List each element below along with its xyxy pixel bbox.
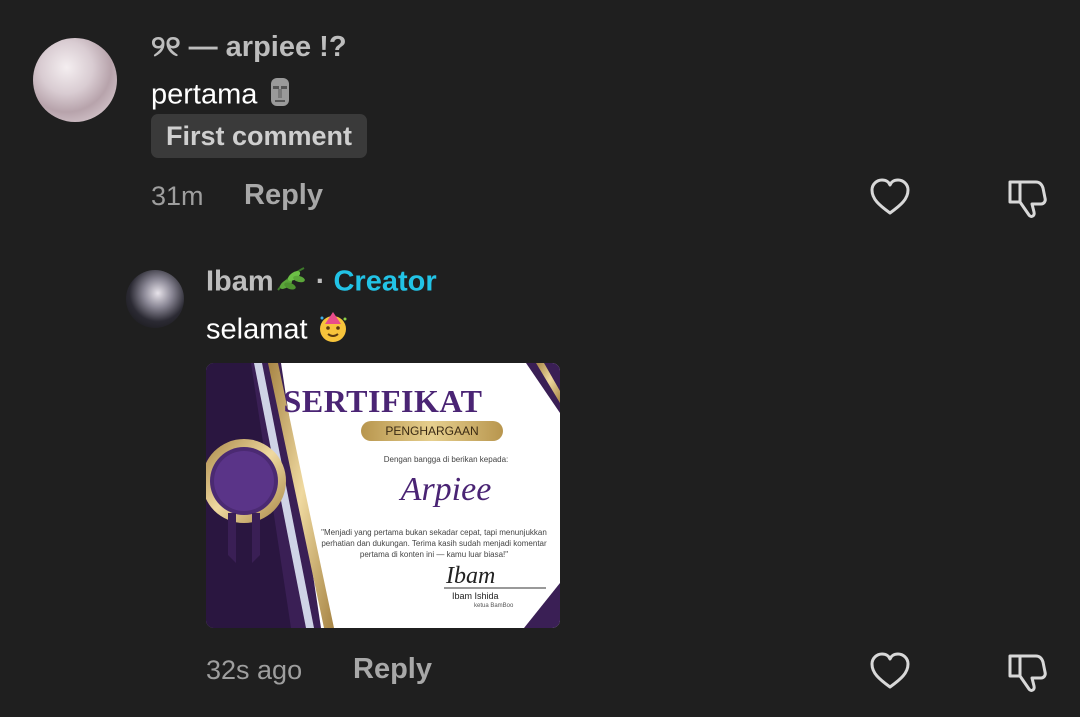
comment-timestamp: 31m <box>151 181 204 211</box>
certificate-signer-name: Ibam Ishida <box>452 591 499 601</box>
creator-label: Creator <box>333 265 437 298</box>
like-heart-icon[interactable] <box>869 177 911 217</box>
avatar[interactable] <box>126 270 184 328</box>
dislike-thumb-down-icon[interactable] <box>1004 176 1048 220</box>
certificate-image[interactable]: SERTIFIKAT PENGHARGAAN Dengan bangga di … <box>206 363 560 628</box>
dislike-thumb-down-icon[interactable] <box>1004 650 1048 694</box>
certificate-signer-title: ketua BamBoo <box>474 603 514 609</box>
leaf-emoji-icon <box>274 264 308 302</box>
comment-text: pertama <box>151 76 295 116</box>
comment-username[interactable]: ୨୧ — arpiee !? <box>151 31 347 64</box>
certificate-signature: Ibam <box>446 563 496 589</box>
certificate-title: SERTIFIKAT <box>283 383 483 419</box>
reply-header: Ibam · Creator <box>206 264 437 302</box>
certificate-quote: "Menjadi yang pertama bukan sekadar cepa… <box>321 528 547 559</box>
certificate-intro: Dengan bangga di berikan kepada: <box>383 455 509 464</box>
avatar[interactable] <box>33 38 117 122</box>
certificate-subtitle: PENGHARGAAN <box>361 421 503 441</box>
reply-button[interactable]: Reply <box>244 179 323 212</box>
moai-emoji-icon <box>265 76 295 116</box>
comment-username[interactable]: Ibam <box>206 266 274 298</box>
comment-timestamp: 32s ago <box>206 655 303 685</box>
comment-text-content: selamat <box>206 313 308 346</box>
first-comment-badge: First comment <box>151 114 368 158</box>
separator-dot: · <box>315 265 326 298</box>
like-heart-icon[interactable] <box>869 651 911 691</box>
reply-button[interactable]: Reply <box>353 653 432 686</box>
comment-text: selamat <box>206 310 350 352</box>
party-face-emoji-icon <box>316 310 350 352</box>
comment-text-content: pertama <box>151 78 258 111</box>
certificate-recipient: Arpiee <box>400 471 492 508</box>
